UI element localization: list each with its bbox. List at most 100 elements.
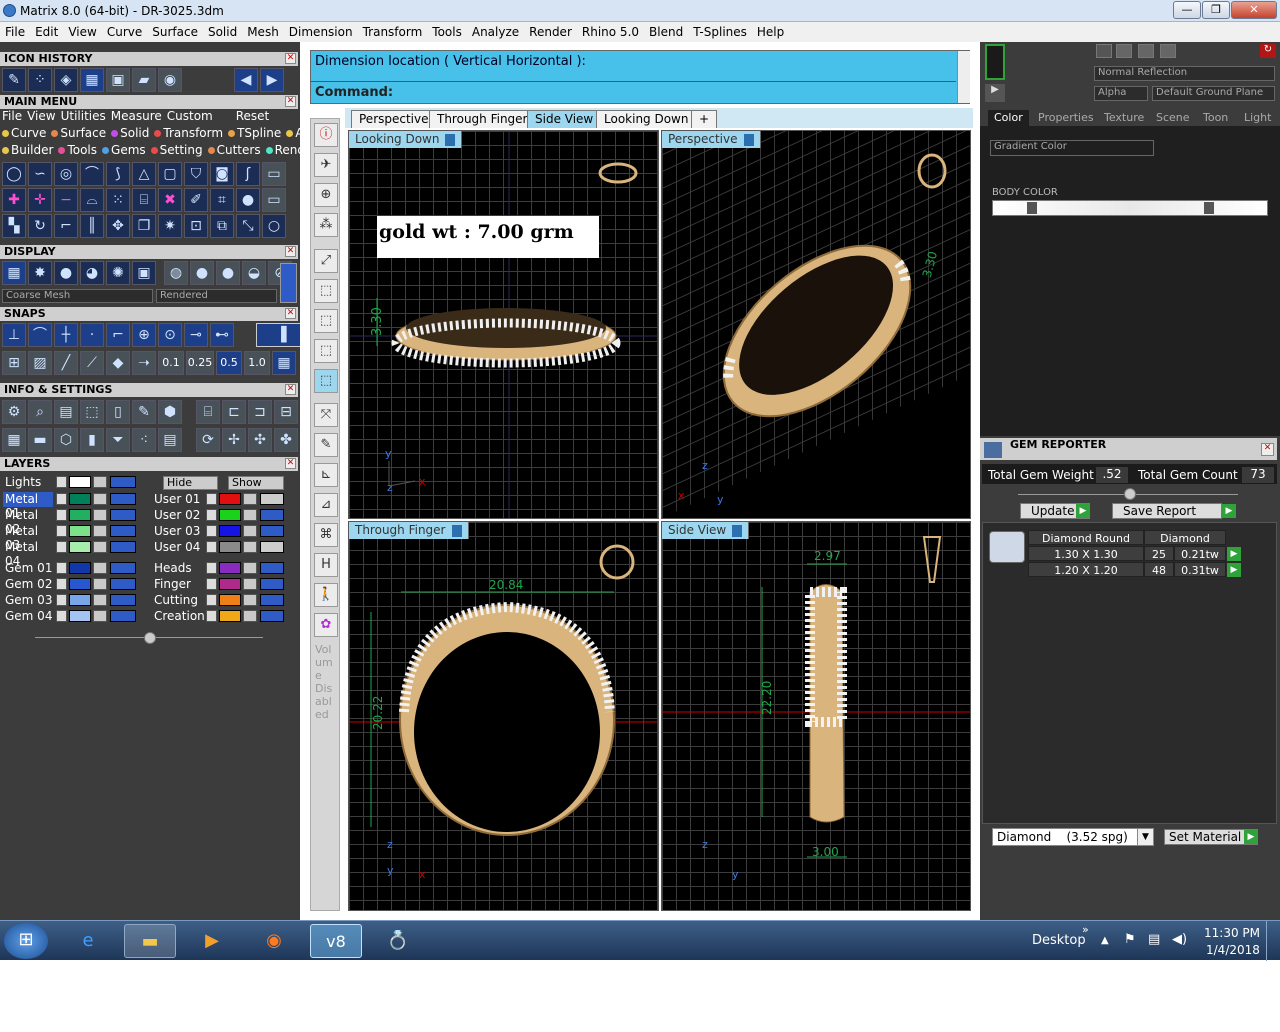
layer-left-label[interactable]: Metal 03 (3, 524, 53, 552)
layer-left-visible[interactable] (110, 610, 136, 622)
lock-icon[interactable] (243, 541, 257, 553)
media-player-icon[interactable]: ▶ (186, 924, 238, 958)
scatter-icon[interactable]: ⁖ (132, 428, 156, 452)
layer-right-expand[interactable] (206, 610, 217, 622)
layer-left-color[interactable] (69, 578, 91, 590)
layer-right-label[interactable]: User 02 (154, 508, 200, 522)
menu-transform[interactable]: Transform (358, 22, 428, 39)
action-center-icon[interactable]: ⚑ (1124, 932, 1136, 947)
layer-right-expand[interactable] (206, 541, 217, 553)
layer-left-expand[interactable] (56, 562, 67, 574)
menu-file[interactable]: File (0, 22, 30, 39)
lock-icon[interactable] (93, 594, 107, 606)
lock-icon[interactable] (243, 610, 257, 622)
ring-app-icon[interactable]: 💍 (372, 924, 424, 958)
layer-left-expand[interactable] (56, 541, 67, 553)
layer-right-visible[interactable] (260, 509, 284, 521)
firefox-icon[interactable]: ◉ (248, 924, 300, 958)
arrow-snap-icon[interactable]: ➝ (132, 351, 156, 375)
gem-collapse-icon[interactable] (1124, 488, 1136, 500)
blue-sphere-icon[interactable]: ◕ (80, 261, 104, 285)
close-icon[interactable]: ✕ (285, 308, 296, 319)
tab-perspective[interactable]: Perspective (351, 110, 437, 128)
pipe-icon[interactable]: ⟆ (106, 162, 130, 186)
minus-icon[interactable]: − (54, 188, 78, 212)
tab-through-finger[interactable]: Through Finger (429, 110, 536, 128)
menu-help[interactable]: Help (752, 22, 789, 39)
layer-left-expand[interactable] (56, 594, 67, 606)
lock-icon[interactable] (93, 578, 107, 590)
pencil-icon[interactable]: ✐ (184, 188, 208, 212)
bezel-icon[interactable]: ◙ (210, 162, 234, 186)
snap-near-icon[interactable]: ⌒ (28, 323, 52, 347)
plus-icon[interactable]: ✚ (2, 188, 26, 212)
tray-up-icon[interactable]: ▲ (1101, 935, 1109, 946)
burst-icon[interactable]: ✷ (158, 214, 182, 238)
color-indicator[interactable] (985, 44, 1005, 80)
layer-right-visible[interactable] (260, 610, 284, 622)
lock-icon[interactable] (93, 493, 107, 505)
add-point-icon[interactable]: ✛ (28, 188, 52, 212)
diamond-snap-icon[interactable]: ◆ (106, 351, 130, 375)
dimension-icon[interactable]: ⊏ (222, 400, 246, 424)
layers-collapse-icon[interactable] (144, 632, 156, 644)
layer-right-visible[interactable] (260, 541, 284, 553)
alpha-field[interactable]: Alpha (1094, 86, 1148, 101)
menu-dimension[interactable]: Dimension (284, 22, 358, 39)
document-icon[interactable]: ▯ (106, 400, 130, 424)
panel-icon[interactable]: ▭ (262, 162, 286, 186)
snap-cen-icon[interactable]: ⌐ (106, 323, 130, 347)
viewport-perspective[interactable]: 3.30 z y x Perspective (661, 130, 971, 519)
circle-icon[interactable]: ◯ (2, 162, 26, 186)
lock-icon[interactable] (243, 525, 257, 537)
layer-left-expand[interactable] (56, 493, 67, 505)
axis-2-icon[interactable]: ✣ (248, 428, 272, 452)
network-icon[interactable]: ▤ (1148, 932, 1160, 947)
snap-value-0.1[interactable]: 0.1 (158, 351, 184, 375)
corner-icon[interactable]: ⌐ (54, 214, 78, 238)
layer-left-visible[interactable] (110, 493, 136, 505)
matrix-logo-icon[interactable]: ◉ (158, 68, 182, 92)
mm-tools[interactable]: Tools (58, 143, 97, 157)
close-icon[interactable]: ✕ (285, 53, 296, 64)
lights-visible[interactable] (110, 476, 136, 488)
layer-right-visible[interactable] (260, 493, 284, 505)
forward-arrow-icon[interactable]: ▶ (260, 68, 284, 92)
volume-icon[interactable]: ◀) (1172, 932, 1187, 947)
close-icon[interactable]: ✕ (285, 384, 296, 395)
tab-properties[interactable]: Properties (1032, 110, 1100, 126)
gradient-stop-right[interactable] (1204, 202, 1214, 214)
rotate-3d-icon[interactable]: ⟳ (196, 428, 220, 452)
texture-icon[interactable]: ▣ (132, 261, 156, 285)
curve-shape-icon[interactable]: ∽ (28, 162, 52, 186)
arc-icon[interactable]: ⌓ (80, 188, 104, 212)
snap-point-icon[interactable]: ┼ (54, 323, 78, 347)
layer-left-color[interactable] (69, 594, 91, 606)
cube-icon[interactable]: ▢ (158, 162, 182, 186)
lock-icon[interactable] (243, 594, 257, 606)
expand-icon[interactable]: ⤧ (314, 403, 338, 427)
layer-left-label[interactable]: Gem 03 (3, 593, 53, 608)
tab-scene[interactable]: Scene (1150, 110, 1196, 126)
mm-transform[interactable]: Transform (154, 126, 223, 140)
ring-icon[interactable]: ◎ (54, 162, 78, 186)
curve-tool-icon[interactable]: ✎ (2, 68, 26, 92)
axis-icon[interactable]: ✢ (222, 428, 246, 452)
dimension-2-icon[interactable]: ⊐ (248, 400, 272, 424)
mm-view[interactable]: View (27, 109, 55, 123)
cone-icon[interactable]: △ (132, 162, 156, 186)
menu-analyze[interactable]: Analyze (467, 22, 524, 39)
menu-tsplines[interactable]: T-Splines (688, 22, 752, 39)
menu-solid[interactable]: Solid (203, 22, 242, 39)
material-sphere-1-icon[interactable]: ◍ (164, 261, 188, 285)
lock-icon[interactable] (243, 509, 257, 521)
snap-tan-icon[interactable]: ⊸ (184, 323, 208, 347)
menu-edit[interactable]: Edit (30, 22, 63, 39)
layer-right-visible[interactable] (260, 578, 284, 590)
snap-int-icon[interactable]: ⊕ (132, 323, 156, 347)
mm-curve[interactable]: Curve (2, 126, 46, 140)
layer-left-expand[interactable] (56, 578, 67, 590)
mm-measure[interactable]: Measure (111, 109, 162, 123)
layer-left-color[interactable] (69, 493, 91, 505)
viewport-looking-down[interactable]: 3.30 y z x Looking Down (348, 130, 659, 519)
